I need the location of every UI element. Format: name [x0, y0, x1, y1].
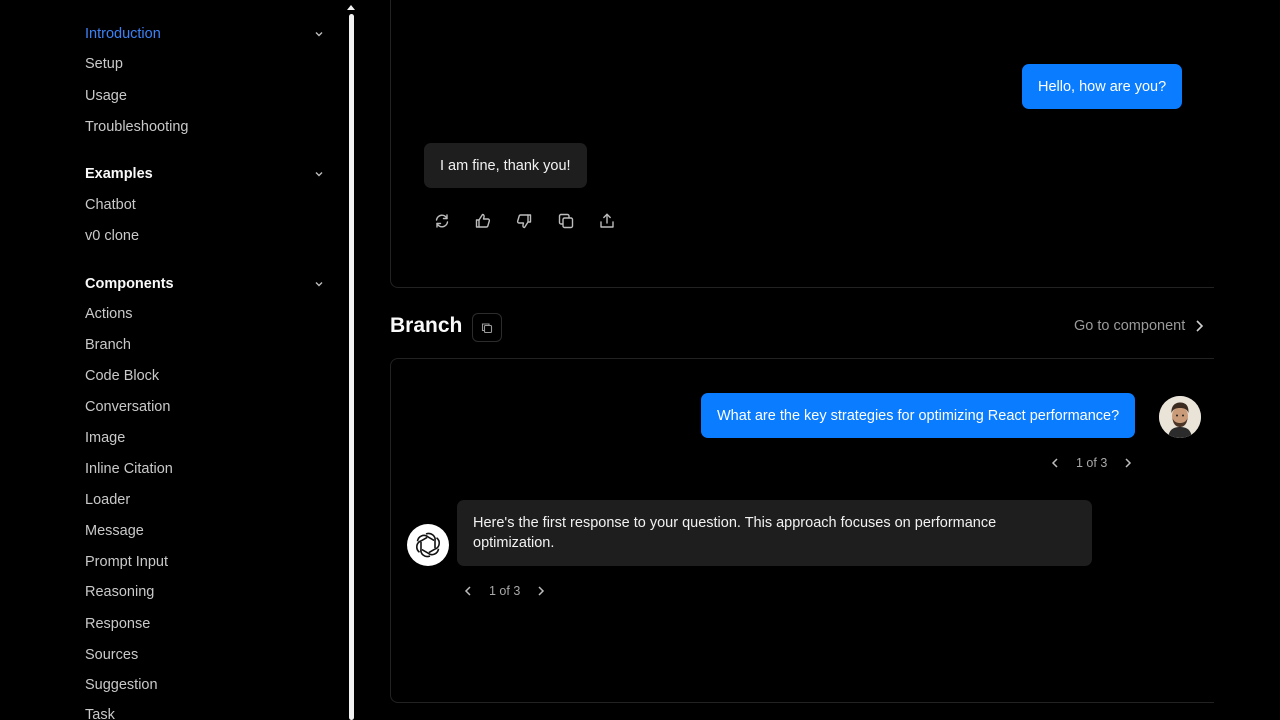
sidebar-item-reasoning[interactable]: Reasoning: [85, 582, 154, 602]
chevron-left-icon[interactable]: [1048, 456, 1062, 470]
docs-sidebar: Introduction Setup Usage Troubleshooting…: [0, 0, 345, 720]
sidebar-section-label: Examples: [85, 166, 153, 182]
sidebar-item-sources[interactable]: Sources: [85, 645, 138, 665]
docs-page: Introduction Setup Usage Troubleshooting…: [0, 0, 1280, 720]
user-message-text: What are the key strategies for optimizi…: [717, 407, 1120, 424]
assistant-message-text: Here's the first response to your questi…: [473, 515, 997, 551]
user-message-text: Hello, how are you?: [1038, 78, 1167, 95]
sidebar-section-components[interactable]: Components: [85, 273, 325, 295]
chevron-down-icon: [315, 32, 323, 37]
sidebar-item-suggestion[interactable]: Suggestion: [85, 675, 158, 695]
sidebar-item-response[interactable]: Response: [85, 614, 150, 634]
chevron-left-icon[interactable]: [461, 584, 475, 598]
sidebar-item-image[interactable]: Image: [85, 428, 125, 448]
chevron-down-icon: [315, 282, 323, 287]
assistant-message-text: I am fine, thank you!: [440, 157, 571, 174]
sidebar-item-branch[interactable]: Branch: [85, 335, 131, 355]
chevron-right-icon[interactable]: [1121, 456, 1135, 470]
assistant-branch-pager: 1 of 3: [461, 584, 548, 598]
sidebar-section-examples[interactable]: Examples: [85, 163, 325, 185]
branch-page-indicator: 1 of 3: [489, 584, 521, 598]
sidebar-item-inline-citation[interactable]: Inline Citation: [85, 459, 173, 479]
sidebar-item-prompt-input[interactable]: Prompt Input: [85, 552, 168, 572]
sidebar-section-label: Components: [85, 276, 174, 292]
copy-link-button[interactable]: [472, 313, 502, 342]
sidebar-item-message[interactable]: Message: [85, 521, 144, 541]
sidebar-section-label: Introduction: [85, 26, 161, 42]
openai-logo-icon: [416, 532, 440, 558]
share-icon[interactable]: [598, 212, 616, 230]
assistant-message-bubble: Here's the first response to your questi…: [457, 500, 1092, 566]
sidebar-item-actions[interactable]: Actions: [85, 304, 133, 324]
retry-icon[interactable]: [433, 212, 451, 230]
sidebar-item-chatbot[interactable]: Chatbot: [85, 195, 136, 215]
copy-icon: [481, 322, 493, 333]
thumbs-up-icon[interactable]: [474, 212, 492, 230]
copy-icon[interactable]: [557, 212, 575, 230]
sidebar-item-setup[interactable]: Setup: [85, 54, 123, 74]
user-message-bubble: Hello, how are you?: [1022, 64, 1183, 109]
sidebar-item-task[interactable]: Task: [85, 705, 115, 720]
sidebar-item-v0-clone[interactable]: v0 clone: [85, 226, 139, 246]
chevron-down-icon: [315, 172, 323, 177]
thumbs-down-icon[interactable]: [515, 212, 533, 230]
chevron-right-icon: [1196, 320, 1204, 332]
section-title-branch: Branch: [390, 314, 463, 337]
go-to-component-link[interactable]: Go to component: [1074, 318, 1207, 334]
go-to-component-label: Go to component: [1074, 318, 1186, 334]
branch-page-indicator: 1 of 3: [1076, 456, 1108, 470]
user-message-bubble: What are the key strategies for optimizi…: [701, 393, 1136, 438]
sidebar-item-code-block[interactable]: Code Block: [85, 366, 159, 386]
sidebar-section-introduction[interactable]: Introduction: [85, 23, 325, 45]
user-avatar: [1159, 396, 1201, 438]
sidebar-item-troubleshooting[interactable]: Troubleshooting: [85, 117, 188, 137]
sidebar-item-usage[interactable]: Usage: [85, 86, 127, 106]
sidebar-item-loader[interactable]: Loader: [85, 490, 130, 510]
chevron-right-icon[interactable]: [534, 584, 548, 598]
scroll-up-arrow-icon[interactable]: [347, 5, 355, 10]
user-branch-pager: 1 of 3: [1048, 456, 1135, 470]
sidebar-item-conversation[interactable]: Conversation: [85, 397, 170, 417]
assistant-message-bubble: I am fine, thank you!: [424, 143, 587, 188]
assistant-avatar: [407, 524, 449, 566]
scrollbar-thumb[interactable]: [349, 14, 354, 720]
